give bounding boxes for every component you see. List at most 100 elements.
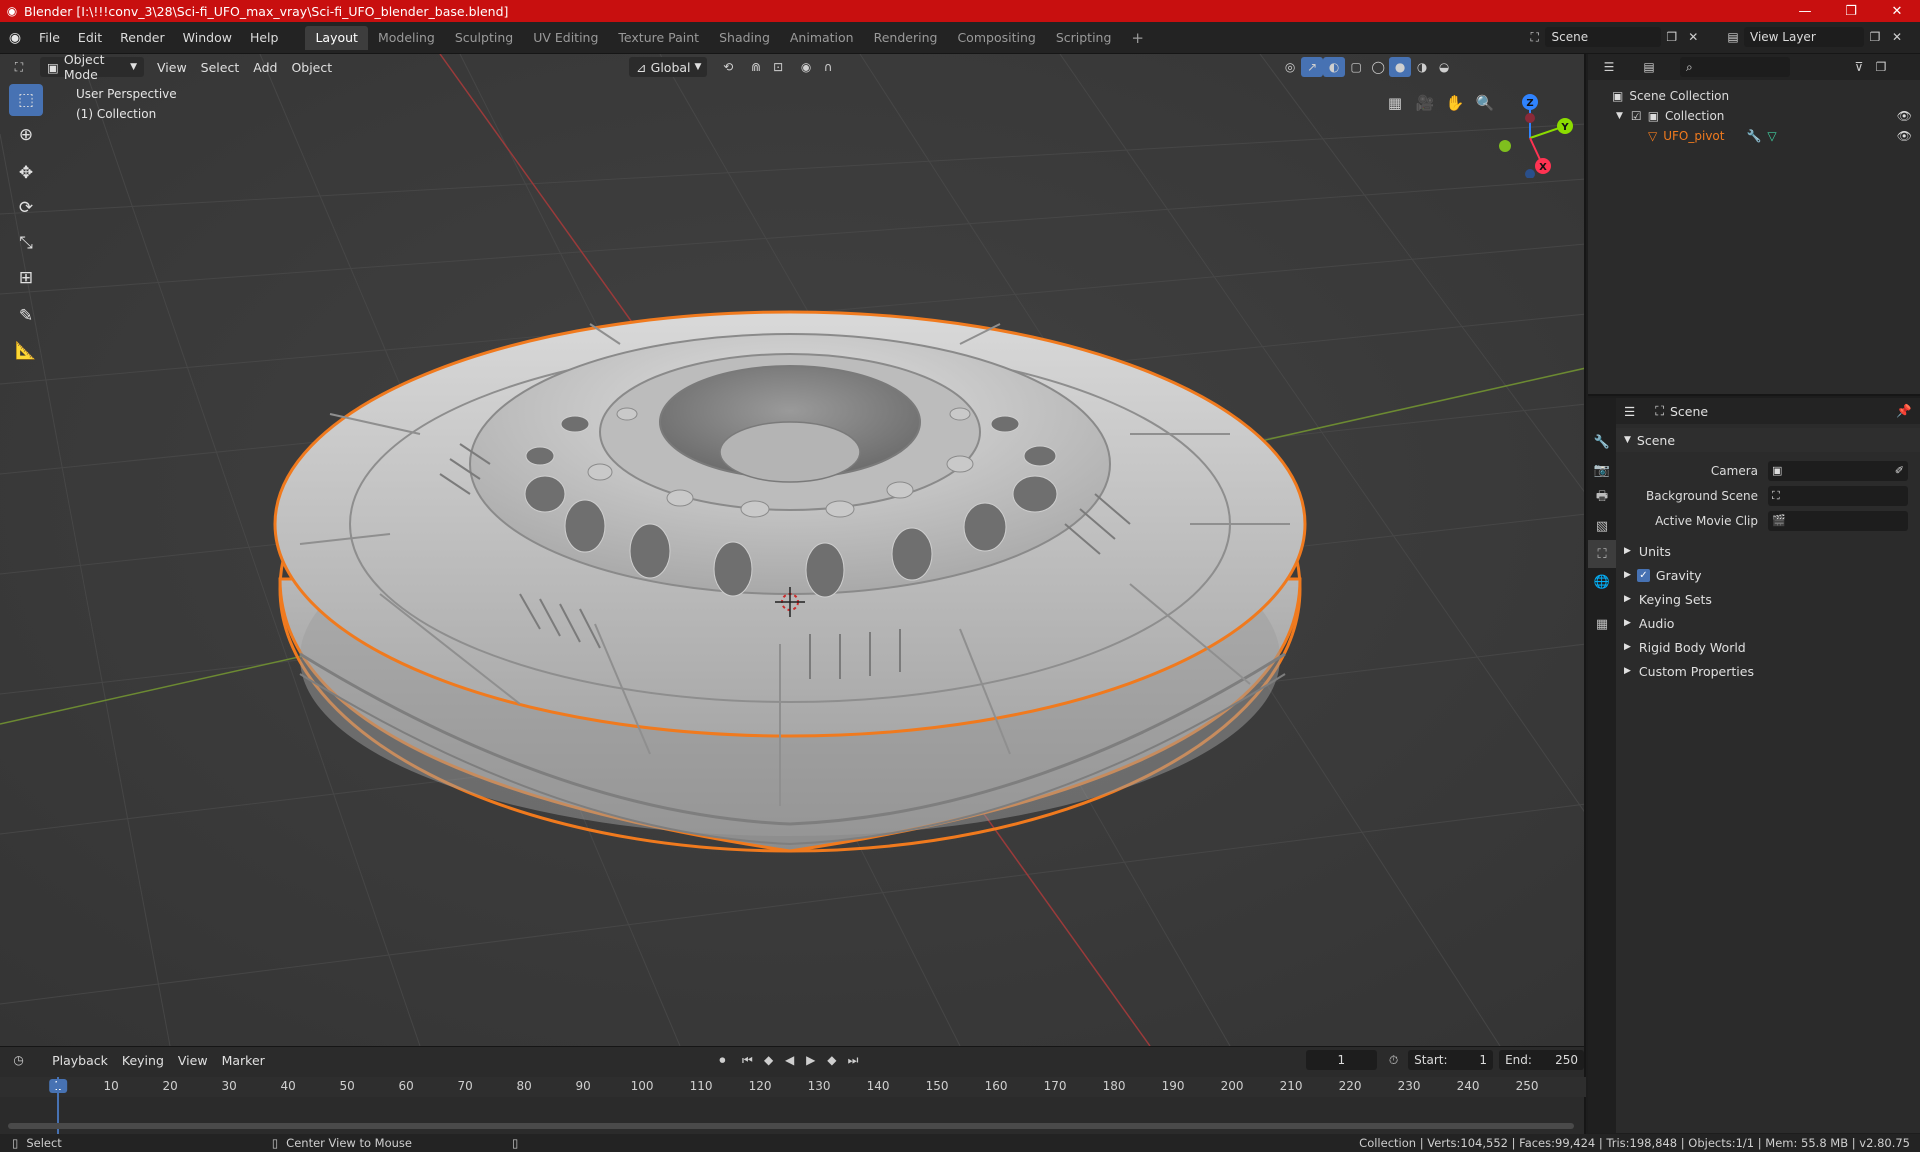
jump-start-icon[interactable]: ⏮	[737, 1050, 758, 1070]
neg-z-axis-ball[interactable]	[1525, 169, 1535, 178]
scene-name-field[interactable]: Scene	[1545, 27, 1662, 47]
measure-icon[interactable]: 📐	[9, 335, 43, 367]
delete-scene-icon[interactable]: ✕	[1683, 27, 1704, 47]
menu-file[interactable]: File	[30, 30, 69, 45]
neg-x-axis-ball[interactable]	[1525, 113, 1535, 123]
tool-props-icon[interactable]: 🔧	[1588, 428, 1616, 456]
blender-menu-icon[interactable]: ◉	[0, 30, 30, 46]
tab-layout[interactable]: Layout	[305, 25, 368, 50]
modifier-wrench-icon[interactable]: 🔧	[1746, 129, 1761, 143]
world-props-icon[interactable]: 🌐	[1588, 568, 1616, 596]
rendered-shading-icon[interactable]: ◒	[1433, 57, 1455, 77]
proportional-edit-icon[interactable]: ◉	[795, 57, 817, 77]
camera-view-icon[interactable]: 🎥	[1410, 88, 1440, 118]
tab-scripting[interactable]: Scripting	[1046, 26, 1122, 50]
grid-view-icon[interactable]: ▦	[1380, 88, 1410, 118]
new-collection-icon[interactable]: ❐	[1870, 57, 1892, 77]
navigation-gizmo[interactable]: Z Y X	[1485, 88, 1575, 178]
scene-props-icon[interactable]: ⛶	[1588, 540, 1616, 568]
object-visibility-eye-icon[interactable]: 👁	[1897, 129, 1912, 143]
view-layer-props-icon[interactable]: ▧	[1588, 512, 1616, 540]
background-scene-field[interactable]: ⛶	[1768, 485, 1908, 506]
new-scene-icon[interactable]: ❐	[1661, 27, 1682, 47]
mesh-data-icon[interactable]: ▽	[1767, 129, 1776, 143]
tab-modeling[interactable]: Modeling	[368, 26, 445, 50]
scale-icon[interactable]: ⤡	[9, 227, 43, 259]
collection-visibility-eye-icon[interactable]: 👁	[1897, 109, 1912, 123]
tab-uv-editing[interactable]: UV Editing	[523, 26, 608, 50]
play-icon[interactable]: ▶	[800, 1050, 821, 1070]
visibility-icon[interactable]: ◎	[1279, 57, 1301, 77]
timeline-ruler[interactable]: 1102030405060708090100110120130140150160…	[0, 1077, 1586, 1097]
delete-view-layer-icon[interactable]: ✕	[1886, 27, 1908, 47]
xray-icon[interactable]: ▢	[1345, 57, 1367, 77]
tab-animation[interactable]: Animation	[780, 26, 864, 50]
timeline-editor-icon[interactable]: ◷	[8, 1050, 29, 1070]
render-props-icon[interactable]: 📷	[1588, 456, 1616, 484]
timeline-menu-view[interactable]: View	[171, 1050, 215, 1070]
neg-y-axis-ball[interactable]	[1499, 140, 1511, 152]
properties-editor-icon[interactable]: ☰	[1624, 404, 1635, 419]
add-workspace-button[interactable]: +	[1121, 26, 1154, 50]
viewport-canvas[interactable]	[0, 54, 1586, 1046]
pan-hand-icon[interactable]: ✋	[1440, 88, 1470, 118]
cursor-icon[interactable]: ⊕	[9, 119, 43, 151]
tab-rendering[interactable]: Rendering	[864, 26, 948, 50]
pivot-point-icon[interactable]: ⟲	[717, 57, 739, 77]
play-reverse-icon[interactable]: ◀	[779, 1050, 800, 1070]
units-panel[interactable]: ▶ Units	[1616, 539, 1920, 563]
transform-icon[interactable]: ⊞	[9, 262, 43, 294]
jump-end-icon[interactable]: ⏭	[842, 1050, 863, 1070]
editor-type-icon[interactable]: ⛶	[8, 57, 30, 77]
filter-icon[interactable]: ⊽	[1848, 57, 1870, 77]
viewport-menu-object[interactable]: Object	[284, 57, 339, 77]
wireframe-shading-icon[interactable]: ◯	[1367, 57, 1389, 77]
snap-icon[interactable]: ⋒	[745, 57, 767, 77]
outliner-scene-collection[interactable]: ▣ Scene Collection	[1588, 86, 1920, 106]
scene-section-header[interactable]: ▼ Scene	[1616, 428, 1920, 452]
view-layer-icon[interactable]: ▤	[1722, 27, 1744, 47]
display-mode-icon[interactable]: ▤	[1638, 57, 1660, 77]
object-mode-dropdown[interactable]: ▣ Object Mode ▼	[40, 54, 144, 82]
rotate-icon[interactable]: ⟳	[9, 192, 43, 224]
timeline-menu-keying[interactable]: Keying	[115, 1050, 171, 1070]
movie-clip-field[interactable]: 🎬	[1768, 510, 1908, 531]
timeline-scrollbar[interactable]	[8, 1123, 1574, 1129]
prev-keyframe-icon[interactable]: ◆	[758, 1050, 779, 1070]
tab-sculpting[interactable]: Sculpting	[445, 26, 523, 50]
minimize-button[interactable]: —	[1782, 0, 1828, 22]
next-keyframe-icon[interactable]: ◆	[821, 1050, 842, 1070]
close-button[interactable]: ✕	[1874, 0, 1920, 22]
viewport-menu-select[interactable]: Select	[194, 57, 247, 77]
transform-orientation-dropdown[interactable]: ⊿ Global ▼	[629, 57, 708, 77]
maximize-button[interactable]: ❐	[1828, 0, 1874, 22]
new-view-layer-icon[interactable]: ❐	[1864, 27, 1886, 47]
3d-viewport[interactable]: ⛶ ▣ Object Mode ▼ View Select Add Object…	[0, 54, 1586, 1046]
pin-icon[interactable]: 📌	[1896, 403, 1912, 419]
camera-field[interactable]: ▣ ✐	[1768, 460, 1908, 481]
current-frame-field[interactable]: 1	[1305, 1050, 1378, 1070]
snap-target-icon[interactable]: ⊡	[767, 57, 789, 77]
custom-properties-panel[interactable]: ▶ Custom Properties	[1616, 659, 1920, 683]
menu-render[interactable]: Render	[111, 30, 174, 45]
output-props-icon[interactable]: 🖶	[1588, 484, 1616, 512]
outliner-collection-row[interactable]: ▼ ☑ ▣ Collection 👁	[1588, 106, 1920, 126]
tab-texture-paint[interactable]: Texture Paint	[608, 26, 709, 50]
expand-arrow-icon[interactable]: ▼	[1616, 111, 1623, 121]
outliner-search-input[interactable]: ⌕	[1680, 57, 1790, 77]
viewport-menu-view[interactable]: View	[150, 57, 194, 77]
audio-panel[interactable]: ▶ Audio	[1616, 611, 1920, 635]
tab-compositing[interactable]: Compositing	[947, 26, 1045, 50]
keying-sets-panel[interactable]: ▶ Keying Sets	[1616, 587, 1920, 611]
ufo-mesh[interactable]	[273, 310, 1307, 853]
annotate-icon[interactable]: ✎	[9, 300, 43, 332]
outliner-editor-icon[interactable]: ☰	[1598, 57, 1620, 77]
menu-window[interactable]: Window	[174, 30, 241, 45]
select-box-icon[interactable]: ⬚	[9, 84, 43, 116]
collection-checkbox[interactable]: ☑	[1631, 109, 1642, 123]
start-frame-field[interactable]: Start: 1	[1408, 1050, 1494, 1070]
view-layer-field[interactable]: View Layer	[1744, 27, 1864, 47]
preview-range-icon[interactable]: ⏱	[1383, 1050, 1404, 1070]
move-icon[interactable]: ✥	[9, 157, 43, 189]
eyedropper-icon[interactable]: ✐	[1895, 464, 1904, 477]
